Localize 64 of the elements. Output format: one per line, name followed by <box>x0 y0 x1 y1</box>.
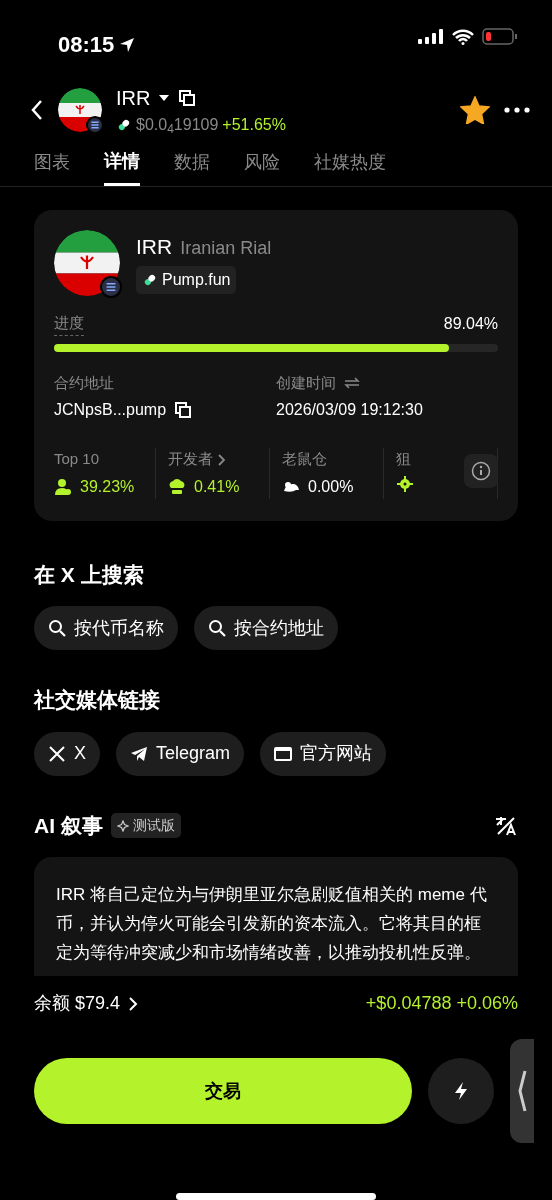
section-title: 在 X 上搜索 <box>34 561 145 588</box>
trade-button[interactable]: 交易 <box>34 1058 412 1124</box>
info-button[interactable] <box>464 454 498 489</box>
chain-icon <box>86 116 104 135</box>
wifi-icon <box>452 28 474 45</box>
balance-text[interactable]: 余额 $79.4 <box>34 990 121 1017</box>
target-icon <box>396 474 414 493</box>
battery-icon <box>482 28 518 45</box>
token-symbol: IRR <box>116 86 151 112</box>
paper-plane-icon <box>130 744 148 763</box>
stat-label: Top 10 <box>54 449 100 470</box>
star-icon[interactable] <box>460 96 490 125</box>
people-icon <box>54 477 72 496</box>
token-price: $0.0$_{4}$19109 <box>136 115 219 138</box>
contract-address: JCNpsB...pump <box>54 400 167 421</box>
stat-label: 老鼠仓 <box>282 449 327 470</box>
section-title: 社交媒体链接 <box>34 687 161 714</box>
beta-tag: 测试版 <box>110 813 181 839</box>
contract-label: 合约地址 <box>54 372 114 393</box>
info-icon <box>471 461 491 482</box>
copy-icon[interactable] <box>178 89 197 108</box>
stat-label: 狙 <box>396 449 411 470</box>
location-icon <box>118 35 137 54</box>
pnl-text: +$0.04788 +0.06% <box>365 992 518 1015</box>
clock-time: 08:15 <box>58 31 115 59</box>
tab[interactable]: 图表 <box>34 147 70 186</box>
swap-icon[interactable] <box>344 377 360 390</box>
flag-icon <box>54 229 120 296</box>
signal-icon <box>418 28 444 45</box>
stat-label[interactable]: 开发者 <box>168 448 213 471</box>
progress-value: 89.04% <box>443 313 498 334</box>
social-link[interactable]: Telegram <box>116 731 245 776</box>
browser-icon <box>274 744 293 763</box>
tab[interactable]: 社媒热度 <box>314 147 386 186</box>
stat-value: 0.00% <box>308 476 354 497</box>
search-button[interactable]: 按代币名称 <box>34 606 178 651</box>
search-button[interactable]: 按合约地址 <box>194 606 338 651</box>
social-link[interactable]: 官方网站 <box>260 731 387 776</box>
search-icon <box>208 619 226 638</box>
side-handle[interactable] <box>510 1039 534 1143</box>
price-change: +51.65% <box>222 115 286 136</box>
social-link[interactable]: X <box>34 731 100 776</box>
tab[interactable]: 详情 <box>104 147 140 186</box>
tab[interactable]: 风险 <box>244 147 280 186</box>
copy-icon[interactable] <box>174 401 193 420</box>
search-icon <box>48 619 66 638</box>
lightning-icon <box>453 1081 469 1101</box>
sparkle-icon <box>116 819 129 832</box>
stat-value: 39.23% <box>80 476 135 497</box>
x-logo-icon <box>48 744 66 763</box>
platform-tag[interactable]: Pump.fun <box>136 266 237 295</box>
token-name: Iranian Rial <box>180 236 272 260</box>
created-time: 2026/03/09 19:12:30 <box>276 400 423 421</box>
narrative-text: IRR 将自己定位为与伊朗里亚尔急剧贬值相关的 meme 代币，并认为停火可能会引发新的资本流入。它将其目的框定为等待冲突减少和市场情绪改善，以推动投机性反弹。 <box>56 884 488 965</box>
created-label: 创建时间 <box>276 372 336 393</box>
token-symbol: IRR <box>136 233 173 260</box>
section-title: AI 叙事 <box>34 812 103 839</box>
chef-hat-icon <box>168 477 186 496</box>
stat-value: 0.41% <box>194 476 240 497</box>
more-icon[interactable] <box>504 107 530 114</box>
back-icon[interactable] <box>30 99 44 122</box>
progress-label: 进度 <box>54 311 84 336</box>
tab[interactable]: 数据 <box>174 147 210 186</box>
chain-icon <box>100 275 122 298</box>
